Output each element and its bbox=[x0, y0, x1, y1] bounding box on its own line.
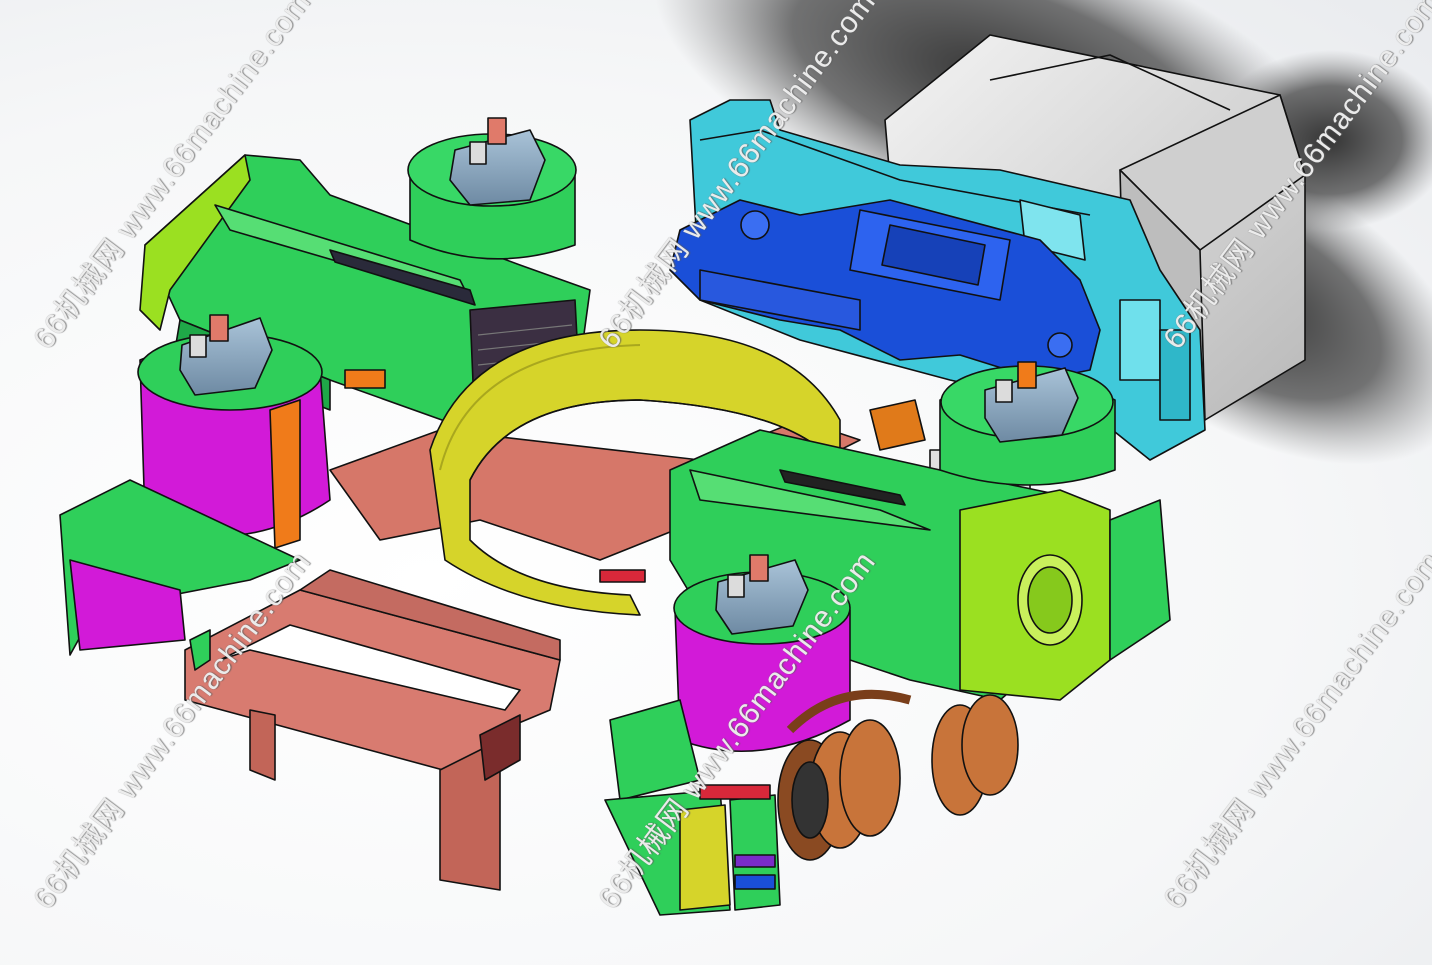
salmon-support-frame bbox=[184, 569, 561, 891]
orange-terminal-tab bbox=[344, 369, 386, 389]
cad-viewport[interactable]: 66机械网 www.66machine.com 66机械网 www.66mach… bbox=[0, 0, 1432, 965]
carbon-brush-top bbox=[449, 117, 546, 206]
orange-terminal-tab-right bbox=[869, 399, 926, 451]
brush-holder-assembly-model bbox=[59, 0, 1432, 916]
red-lead-wire bbox=[599, 569, 646, 583]
